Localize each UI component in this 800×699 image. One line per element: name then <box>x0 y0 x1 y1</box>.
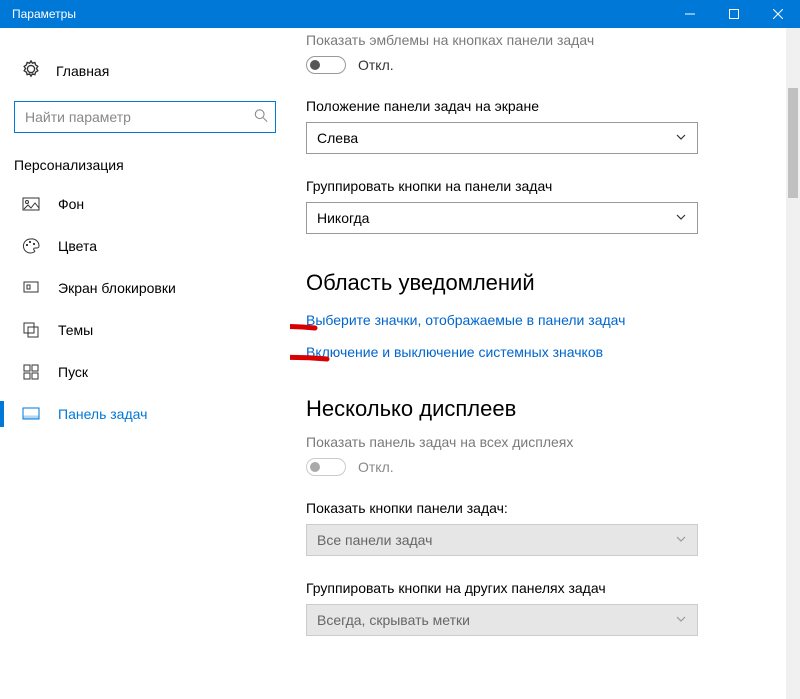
lockscreen-icon <box>22 279 40 297</box>
group-value: Никогда <box>317 210 369 226</box>
themes-icon <box>22 321 40 339</box>
picture-icon <box>22 195 40 213</box>
position-label: Положение панели задач на экране <box>306 98 780 114</box>
emblems-toggle[interactable] <box>306 56 346 74</box>
sidebar: Главная Персонализация Фон Цвета Экран б… <box>0 28 290 699</box>
chevron-down-icon <box>675 612 687 628</box>
link-toggle-system-icons[interactable]: Включение и выключение системных значков <box>306 344 603 360</box>
sidebar-item-label: Экран блокировки <box>58 280 176 296</box>
search-input[interactable] <box>14 101 276 133</box>
sidebar-item-label: Панель задач <box>58 406 147 422</box>
gear-icon <box>22 60 40 81</box>
buttons-select: Все панели задач <box>306 524 698 556</box>
sidebar-item-themes[interactable]: Темы <box>0 309 290 351</box>
position-select[interactable]: Слева <box>306 122 698 154</box>
group-label: Группировать кнопки на панели задач <box>306 178 780 194</box>
home-link[interactable]: Главная <box>0 52 290 89</box>
start-icon <box>22 363 40 381</box>
buttons-value: Все панели задач <box>317 532 432 548</box>
show-all-state: Откл. <box>358 459 394 475</box>
taskbar-icon <box>22 405 40 423</box>
group-select[interactable]: Никогда <box>306 202 698 234</box>
chevron-down-icon <box>675 130 687 146</box>
sidebar-item-start[interactable]: Пуск <box>0 351 290 393</box>
sidebar-item-background[interactable]: Фон <box>0 183 290 225</box>
sidebar-item-label: Фон <box>58 196 84 212</box>
home-label: Главная <box>56 63 109 79</box>
emblems-state: Откл. <box>358 57 394 73</box>
annotation-mark <box>290 322 320 336</box>
chevron-down-icon <box>675 532 687 548</box>
annotation-mark <box>290 353 332 367</box>
chevron-down-icon <box>675 210 687 226</box>
sidebar-item-label: Пуск <box>58 364 88 380</box>
category-header: Персонализация <box>0 151 290 183</box>
emblems-label: Показать эмблемы на кнопках панели задач <box>306 32 780 48</box>
position-value: Слева <box>317 130 358 146</box>
group-other-label: Группировать кнопки на других панелях за… <box>306 580 780 596</box>
group-other-value: Всегда, скрывать метки <box>317 612 470 628</box>
show-all-toggle[interactable] <box>306 458 346 476</box>
section-notification-area: Область уведомлений <box>306 270 780 296</box>
close-button[interactable] <box>756 0 800 28</box>
minimize-button[interactable] <box>668 0 712 28</box>
group-other-select: Всегда, скрывать метки <box>306 604 698 636</box>
search-icon <box>254 109 268 126</box>
window-title: Параметры <box>12 7 76 21</box>
sidebar-item-label: Темы <box>58 322 93 338</box>
buttons-label: Показать кнопки панели задач: <box>306 500 780 516</box>
link-select-icons[interactable]: Выберите значки, отображаемые в панели з… <box>306 312 625 328</box>
maximize-button[interactable] <box>712 0 756 28</box>
sidebar-item-colors[interactable]: Цвета <box>0 225 290 267</box>
window-controls <box>668 0 800 28</box>
palette-icon <box>22 237 40 255</box>
sidebar-item-lockscreen[interactable]: Экран блокировки <box>0 267 290 309</box>
sidebar-item-label: Цвета <box>58 238 97 254</box>
scroll-thumb[interactable] <box>788 88 798 198</box>
show-all-label: Показать панель задач на всех дисплеях <box>306 434 780 450</box>
sidebar-item-taskbar[interactable]: Панель задач <box>0 393 290 435</box>
titlebar: Параметры <box>0 0 800 28</box>
main-panel: Показать эмблемы на кнопках панели задач… <box>290 28 800 699</box>
vertical-scrollbar[interactable] <box>786 28 800 699</box>
section-multiple-displays: Несколько дисплеев <box>306 396 780 422</box>
